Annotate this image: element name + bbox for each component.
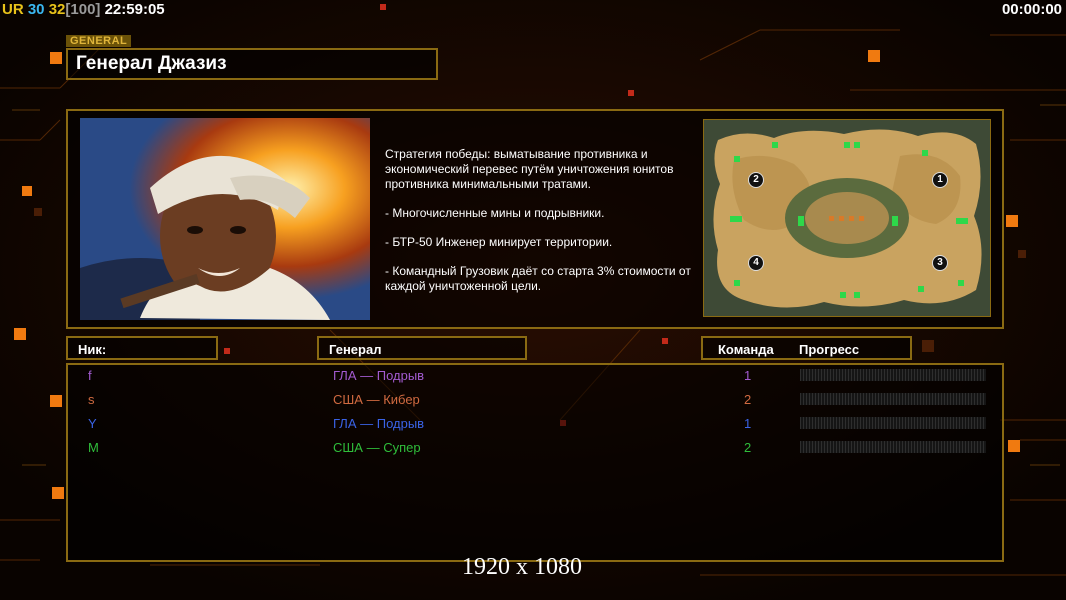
player-nick: M bbox=[88, 440, 99, 455]
player-general[interactable]: США — Супер bbox=[333, 440, 421, 455]
player-general[interactable]: ГЛА — Подрыв bbox=[333, 416, 424, 431]
header-nick: Ник: bbox=[66, 336, 218, 360]
header-general: Генерал bbox=[317, 336, 527, 360]
general-description: Стратегия победы: выматывание противника… bbox=[385, 147, 701, 308]
player-general[interactable]: ГЛА — Подрыв bbox=[333, 368, 424, 383]
player-progress-bar bbox=[800, 393, 986, 405]
header-team-progress: Команда Прогресс bbox=[701, 336, 912, 360]
player-team[interactable]: 2 bbox=[744, 392, 751, 407]
hud-cap-max: [100] bbox=[65, 1, 101, 18]
player-progress-bar bbox=[800, 441, 986, 453]
description-point-3: - Командный Грузовик даёт со старта 3% с… bbox=[385, 264, 691, 293]
map-spawn-3[interactable]: 3 bbox=[932, 255, 948, 271]
player-team[interactable]: 1 bbox=[744, 416, 751, 431]
description-point-1: - Многочисленные мины и подрывники. bbox=[385, 206, 605, 220]
player-progress-bar bbox=[800, 369, 986, 381]
general-tag: GENERAL bbox=[66, 35, 132, 47]
general-portrait bbox=[80, 118, 370, 320]
description-strategy: Стратегия победы: выматывание противника… bbox=[385, 147, 674, 191]
hud-ur: UR bbox=[2, 1, 24, 18]
map-preview[interactable]: 1 2 3 4 bbox=[703, 119, 991, 317]
general-title-box: Генерал Джазиз bbox=[66, 48, 438, 80]
player-progress-bar bbox=[800, 417, 986, 429]
map-spawn-2[interactable]: 2 bbox=[748, 172, 764, 188]
header-nick-label: Ник: bbox=[78, 342, 107, 357]
player-general[interactable]: США — Кибер bbox=[333, 392, 420, 407]
player-nick: s bbox=[88, 392, 95, 407]
player-team[interactable]: 2 bbox=[744, 440, 751, 455]
player-row[interactable]: Y ГЛА — Подрыв 1 bbox=[68, 413, 1002, 437]
header-general-label: Генерал bbox=[329, 342, 382, 357]
map-spawn-1[interactable]: 1 bbox=[932, 172, 948, 188]
description-point-2: - БТР-50 Инженер минирует территории. bbox=[385, 235, 613, 249]
header-progress-label: Прогресс bbox=[799, 342, 860, 357]
player-row[interactable]: M США — Супер 2 bbox=[68, 437, 1002, 461]
player-row[interactable]: s США — Кибер 2 bbox=[68, 389, 1002, 413]
header-team-label: Команда bbox=[718, 342, 774, 357]
player-team[interactable]: 1 bbox=[744, 368, 751, 383]
player-row[interactable]: f ГЛА — Подрыв 1 bbox=[68, 365, 1002, 389]
player-nick: f bbox=[88, 368, 92, 383]
general-name: Генерал Джазиз bbox=[76, 53, 227, 74]
game-timer: 00:00:00 bbox=[1001, 1, 1062, 18]
hud-clock: 22:59:05 bbox=[104, 1, 165, 18]
resolution-label: 1920 x 1080 bbox=[462, 554, 582, 580]
player-nick: Y bbox=[88, 416, 97, 431]
hud-stats: UR 30 32[100] 22:59:05 bbox=[2, 1, 165, 18]
map-spawn-4[interactable]: 4 bbox=[748, 255, 764, 271]
hud-fps: 30 bbox=[27, 1, 45, 18]
hud-cap: 32 bbox=[48, 1, 66, 18]
player-list: f ГЛА — Подрыв 1 s США — Кибер 2 Y ГЛА — Подрыв… bbox=[66, 363, 1004, 562]
